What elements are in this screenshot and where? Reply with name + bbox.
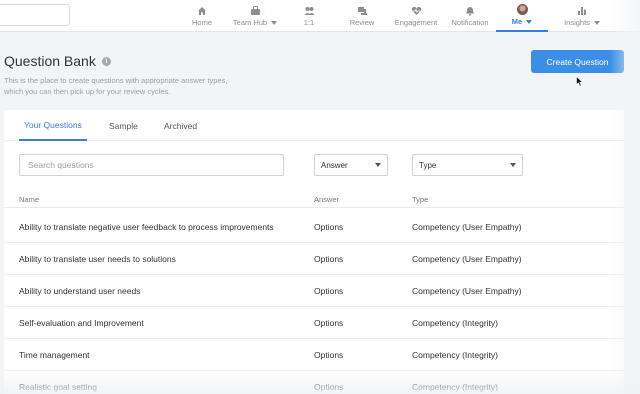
bar-chart-icon (577, 5, 587, 16)
tab-archived[interactable]: Archived (159, 110, 202, 141)
column-header-answer[interactable]: Answer (314, 195, 339, 204)
nav-one-on-one[interactable]: 1:1 (295, 0, 323, 32)
top-nav: Home Team Hub 1:1 Review Engagement Noti… (0, 0, 640, 32)
question-answer: Options (314, 318, 344, 328)
one-on-one-icon (304, 5, 315, 16)
nav-notification[interactable]: Notification (448, 0, 492, 32)
nav-home[interactable]: Home (186, 0, 218, 32)
create-question-button[interactable]: Create Question (531, 50, 624, 73)
chevron-down-icon (271, 20, 278, 25)
nav-review[interactable]: Review (345, 0, 379, 32)
type-select-value: Type (419, 160, 437, 170)
chevron-down-icon (375, 163, 381, 167)
question-answer: Options (314, 286, 344, 296)
question-name: Self-evaluation and Improvement (19, 318, 144, 328)
page-description-line: This is the place to create questions wi… (4, 76, 228, 85)
nav-insights[interactable]: Insights (560, 0, 604, 32)
nav-me-label: Me (511, 17, 523, 26)
question-type: Competency (User Empathy) (412, 286, 522, 296)
nav-review-label: Review (349, 18, 375, 27)
answer-select-value: Answer (321, 160, 348, 170)
tab-sample[interactable]: Sample (104, 110, 143, 141)
question-name: Ability to translate negative user feedb… (19, 222, 274, 232)
global-search-input[interactable] (0, 4, 70, 26)
nav-team-hub[interactable]: Team Hub (228, 0, 282, 32)
question-type: Competency (User Empathy) (412, 254, 522, 264)
question-type: Competency (Integrity) (412, 350, 498, 360)
table-row[interactable]: Realistic goal setting Options Competenc… (4, 371, 624, 394)
page-title-text: Question Bank (4, 53, 96, 69)
question-answer: Options (314, 254, 344, 264)
column-header-name[interactable]: Name (19, 195, 39, 204)
question-name: Ability to understand user needs (19, 286, 141, 296)
info-icon[interactable]: i (101, 56, 111, 66)
table-row[interactable]: Self-evaluation and Improvement Options … (4, 307, 624, 339)
nav-insights-label: Insights (564, 18, 590, 27)
nav-engagement-label: Engagement (394, 18, 438, 27)
chevron-down-icon (526, 19, 533, 24)
question-answer: Options (314, 350, 344, 360)
heart-pulse-icon (411, 5, 422, 16)
question-answer: Options (314, 382, 344, 392)
answer-select[interactable]: Answer (314, 154, 388, 176)
question-type: Competency (User Empathy) (412, 222, 522, 232)
avatar (516, 4, 528, 15)
divider (4, 207, 624, 208)
team-hub-icon (250, 5, 261, 16)
chevron-down-icon (510, 163, 516, 167)
table-row[interactable]: Ability to translate user needs to solut… (4, 243, 624, 275)
page-description: This is the place to create questions wi… (4, 75, 264, 97)
table-row[interactable]: Ability to understand user needs Options… (4, 275, 624, 307)
search-questions-placeholder: Search questions (28, 160, 94, 170)
nav-team-hub-label: Team Hub (232, 18, 268, 27)
nav-notification-label: Notification (451, 18, 489, 27)
mouse-cursor-icon (576, 76, 584, 87)
search-questions-input[interactable]: Search questions (19, 154, 284, 176)
nav-me[interactable]: Me (496, 0, 548, 32)
bell-icon (465, 5, 475, 16)
home-icon (197, 5, 207, 16)
page-title: Question Bank i (4, 53, 111, 69)
review-icon (357, 5, 368, 16)
question-answer: Options (314, 222, 344, 232)
question-bank-panel: Your Questions Sample Archived Search qu… (4, 110, 624, 394)
table-row[interactable]: Ability to translate negative user feedb… (4, 211, 624, 243)
nav-home-label: Home (191, 18, 212, 27)
table-row[interactable]: Time management Options Competency (Inte… (4, 339, 624, 371)
question-name: Realistic goal setting (19, 382, 97, 392)
type-select[interactable]: Type (412, 154, 523, 176)
question-name: Ability to translate user needs to solut… (19, 254, 176, 264)
column-header-type[interactable]: Type (412, 195, 428, 204)
tab-your-questions[interactable]: Your Questions (19, 110, 87, 141)
chevron-down-icon (593, 20, 600, 25)
question-type: Competency (Integrity) (412, 318, 498, 328)
question-name: Time management (19, 350, 90, 360)
nav-one-on-one-label: 1:1 (303, 18, 315, 27)
nav-engagement[interactable]: Engagement (392, 0, 440, 32)
page-description-line: which you can then pick up for your revi… (4, 87, 171, 96)
question-type: Competency (Integrity) (412, 382, 498, 392)
tab-bar: Your Questions Sample Archived (4, 110, 624, 141)
